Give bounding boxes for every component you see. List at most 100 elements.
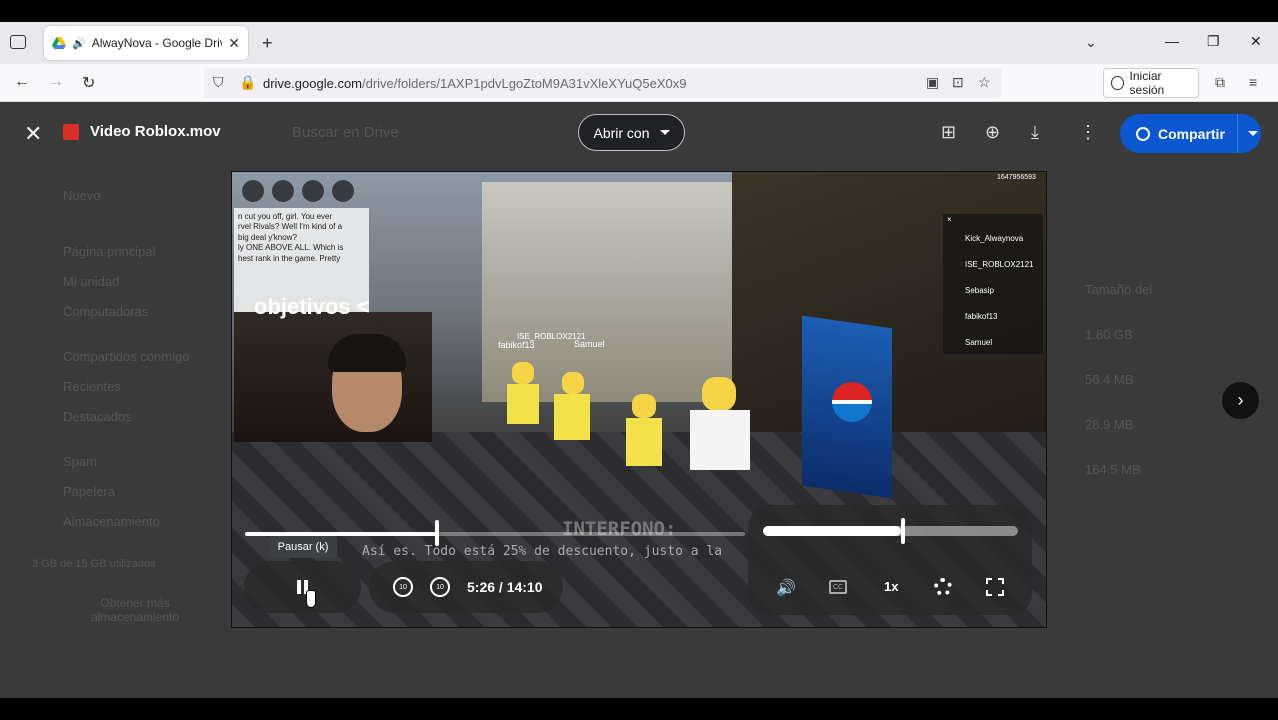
time-display: 5:26 / 14:10 bbox=[467, 579, 543, 595]
url-path: /drive/folders/1AXP1pdvLgoZtoM9A31vXleXY… bbox=[362, 76, 687, 91]
name-tag: fabikof13 bbox=[498, 340, 535, 350]
roblox-character bbox=[626, 418, 662, 466]
total-time: / 14:10 bbox=[498, 579, 543, 595]
player-entry: Sebasip bbox=[965, 286, 994, 295]
streamer-hair bbox=[328, 334, 406, 372]
file-size: 1.80 GB bbox=[1085, 327, 1133, 342]
current-time: 5:26 bbox=[467, 579, 496, 595]
next-file-button[interactable]: › bbox=[1222, 382, 1259, 419]
rewind-10-icon[interactable]: 10 bbox=[393, 577, 413, 597]
url-host: drive.google.com bbox=[263, 76, 362, 91]
browser-tab[interactable]: 🔊 AlwayNova - Google Drive ✕ bbox=[44, 26, 248, 60]
caret-down-icon[interactable] bbox=[1247, 131, 1258, 136]
viewer-close-button[interactable]: ✕ bbox=[24, 121, 42, 147]
nav-spam: Spam bbox=[63, 454, 97, 469]
letterbox-bottom bbox=[0, 698, 1278, 720]
search-input: Buscar en Drive bbox=[292, 124, 399, 141]
reload-button[interactable]: ↻ bbox=[82, 73, 95, 93]
nav-shared: Compartidos conmigo bbox=[63, 349, 190, 364]
roblox-character bbox=[690, 410, 750, 470]
chat-line: rvel Rivals? Well I'm kind of a bbox=[238, 222, 343, 232]
pause-tooltip: Pausar (k) bbox=[269, 536, 337, 558]
player-entry: Kick_Alwaynova bbox=[965, 234, 1024, 243]
name-tag: Samuel bbox=[574, 339, 605, 349]
back-button[interactable]: ← bbox=[14, 73, 30, 91]
fullscreen-icon[interactable] bbox=[986, 578, 1004, 596]
chat-line: n cut you off, girl. You ever bbox=[238, 212, 333, 221]
shield-icon[interactable]: ⛉ bbox=[213, 74, 224, 91]
globe-icon bbox=[1136, 126, 1150, 141]
player-entry: fabikof13 bbox=[965, 312, 998, 321]
storage-text: 3 GB de 15 GB utilizados bbox=[32, 558, 156, 570]
pip-icon[interactable]: ▣ bbox=[926, 74, 939, 91]
nav-home: Página principal bbox=[63, 244, 156, 259]
save-to-pocket-icon[interactable]: ⊡ bbox=[952, 74, 964, 91]
roblox-character bbox=[554, 394, 590, 440]
menu-icon[interactable]: ≡ bbox=[1249, 74, 1257, 90]
file-size: 28.9 MB bbox=[1085, 417, 1134, 432]
maximize-button[interactable]: ❐ bbox=[1207, 33, 1220, 50]
share-label: Compartir bbox=[1158, 125, 1225, 142]
speaker-icon[interactable]: 🔊 bbox=[72, 37, 86, 50]
star-icon[interactable]: ☆ bbox=[978, 74, 991, 91]
letterbox-top bbox=[0, 0, 1278, 22]
chat-line: hest rank in the game. Pretty bbox=[238, 253, 341, 263]
timestamp-text: 1647956593 bbox=[997, 174, 1036, 181]
mouse-cursor-icon bbox=[306, 590, 316, 608]
extensions-icon[interactable]: ⧉ bbox=[1215, 74, 1225, 91]
volume-slider-thumb[interactable] bbox=[900, 518, 905, 544]
captions-icon[interactable]: CC bbox=[829, 580, 847, 594]
nav-computers: Computadoras bbox=[63, 304, 149, 319]
add-comment-icon[interactable]: ⊕ bbox=[985, 122, 1000, 143]
window-close-button[interactable]: ✕ bbox=[1250, 33, 1262, 50]
nav-my-drive: Mi unidad bbox=[63, 274, 120, 289]
lock-icon[interactable]: 🔒 bbox=[239, 74, 256, 91]
forward-10-icon[interactable]: 10 bbox=[430, 577, 450, 597]
file-title: Video Roblox.mov bbox=[90, 123, 221, 140]
roblox-character bbox=[632, 394, 656, 418]
chat-line: big deal y'know? bbox=[238, 232, 297, 242]
get-more-storage: Obtener más almacenamiento bbox=[90, 596, 180, 624]
settings-gear-icon[interactable] bbox=[934, 578, 952, 596]
nav-starred: Destacados bbox=[63, 409, 132, 424]
open-with-label: Abrir con bbox=[593, 124, 650, 141]
nav-recent: Recientes bbox=[63, 379, 121, 394]
file-size: 56.4 MB bbox=[1085, 372, 1134, 387]
roblox-player-list: × Kick_Alwaynova ISE_ROBLOX2121 Sebasip … bbox=[943, 214, 1043, 354]
seek-bar-thumb[interactable] bbox=[435, 520, 439, 546]
chat-line: ly ONE ABOVE ALL. Which is bbox=[238, 243, 344, 253]
forward-button[interactable]: → bbox=[48, 73, 64, 91]
roblox-top-icons bbox=[242, 180, 354, 202]
pepsi-logo bbox=[832, 382, 872, 422]
tab-title: AlwayNova - Google Drive bbox=[91, 36, 223, 50]
download-icon[interactable]: ⤓ bbox=[1031, 122, 1039, 143]
column-size-header: Tamaño del bbox=[1085, 282, 1153, 297]
more-vert-icon[interactable]: ⋮ bbox=[1079, 122, 1097, 143]
file-size: 164.5 MB bbox=[1085, 462, 1141, 477]
add-to-drive-icon[interactable]: ⊞ bbox=[941, 122, 956, 143]
roblox-character bbox=[512, 362, 534, 384]
volume-icon[interactable]: 🔊 bbox=[776, 578, 796, 598]
caret-down-icon bbox=[659, 130, 670, 135]
google-drive-icon bbox=[52, 37, 66, 49]
nav-trash: Papelera bbox=[63, 484, 116, 499]
objective-text: objetivos < bbox=[254, 294, 370, 319]
share-button[interactable]: Compartir bbox=[1120, 114, 1261, 153]
roblox-character bbox=[507, 384, 539, 424]
caption-title: INTERFONO: bbox=[562, 518, 677, 540]
tab-close-icon[interactable]: ✕ bbox=[228, 35, 240, 52]
sign-in-button[interactable]: Iniciar sesión bbox=[1103, 68, 1199, 98]
tab-list-icon[interactable] bbox=[10, 35, 26, 49]
chevron-down-icon[interactable]: ⌄ bbox=[1085, 34, 1097, 51]
minimize-button[interactable]: — bbox=[1165, 33, 1179, 49]
share-divider bbox=[1236, 114, 1238, 153]
close-icon: × bbox=[947, 215, 952, 224]
volume-slider[interactable] bbox=[763, 526, 1018, 536]
nav-storage: Almacenamiento bbox=[63, 514, 160, 529]
caption-text: Así es. Todo está 25% de descuento, just… bbox=[362, 544, 723, 559]
open-with-button[interactable]: Abrir con bbox=[578, 114, 685, 151]
player-entry: Samuel bbox=[965, 338, 993, 347]
playback-speed-button[interactable]: 1x bbox=[884, 579, 898, 594]
url-text[interactable]: drive.google.com/drive/folders/1AXP1pdvL… bbox=[263, 76, 686, 91]
new-tab-button[interactable]: + bbox=[262, 33, 273, 54]
